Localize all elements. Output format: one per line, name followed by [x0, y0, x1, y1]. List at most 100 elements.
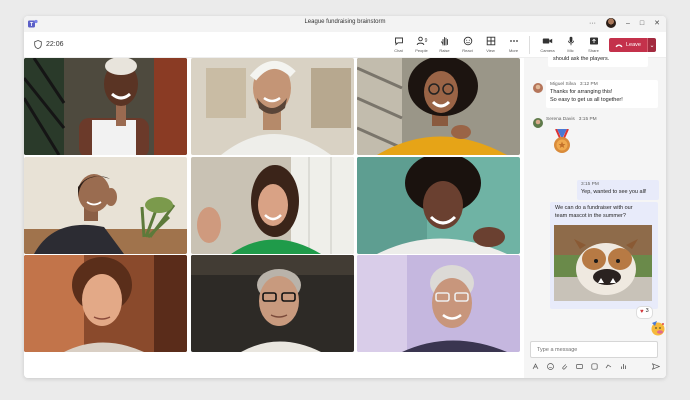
participant-video — [357, 157, 520, 254]
timer-text: 22:06 — [46, 41, 64, 48]
attach-icon[interactable] — [561, 363, 568, 370]
close-button[interactable]: ✕ — [654, 19, 660, 27]
share-label: Share — [588, 48, 599, 53]
medal-icon — [554, 129, 570, 153]
raise-label: Raise — [439, 48, 450, 53]
raise-hand-button[interactable]: Raise — [433, 35, 456, 53]
participant-video-tile[interactable] — [191, 157, 354, 254]
mic-label: Mic — [567, 48, 574, 53]
heart-icon: ♥ — [640, 309, 644, 315]
message-time: 3:15 PM — [581, 182, 599, 187]
avatar — [533, 83, 543, 93]
mic-button[interactable]: Mic — [559, 35, 582, 53]
people-button[interactable]: 9 People — [410, 35, 433, 53]
participant-video-tile[interactable] — [24, 58, 187, 155]
poll-icon[interactable] — [620, 363, 627, 370]
participant-video-tile[interactable] — [24, 157, 187, 254]
more-label: More — [508, 48, 519, 53]
reaction-badge[interactable]: ♥ 3 — [636, 306, 653, 319]
participant-video-tile[interactable] — [357, 255, 520, 352]
participant-video — [24, 157, 187, 254]
toolbar-divider — [529, 36, 530, 54]
my-chat-message: 3:15 PM Yep, wanted to see you all! — [577, 180, 659, 200]
sender-name: Miguel Silva — [550, 82, 576, 87]
teams-window: T League fundraising brainstorm ··· – □ … — [24, 16, 666, 378]
participant-video-tile[interactable] — [191, 255, 354, 352]
react-icon — [463, 36, 472, 46]
chat-icon — [394, 37, 403, 46]
participant-video — [191, 157, 354, 254]
window-controls: ··· – □ ✕ — [589, 18, 660, 28]
message-time: 3:12 PM — [579, 82, 598, 87]
my-chat-message: We can do a fundraiser with our team mas… — [550, 202, 658, 309]
title-bar: T League fundraising brainstorm ··· – □ … — [24, 16, 666, 32]
more-icon — [509, 40, 518, 42]
meeting-toolbar: 22:06 Chat 9 People Raise React View Mor… — [24, 32, 666, 58]
participant-video — [191, 58, 354, 155]
message-text: should ask the players. — [553, 56, 610, 62]
view-label: View — [486, 48, 495, 53]
message-text: Yep, wanted to see you all! — [581, 188, 647, 195]
meeting-timer: 22:06 — [34, 40, 64, 49]
message-text: We can do a fundraiser with our — [555, 205, 633, 211]
mic-icon — [567, 36, 574, 46]
participant-video — [24, 58, 187, 155]
participant-video — [24, 255, 187, 352]
chat-message: should ask the players. — [548, 56, 648, 67]
toolbar-controls: Chat 9 People Raise React View More Came… — [387, 35, 656, 54]
react-button[interactable]: React — [456, 35, 479, 53]
participant-video-tile[interactable] — [357, 157, 520, 254]
participant-video-tile[interactable] — [357, 58, 520, 155]
send-icon[interactable] — [652, 363, 660, 370]
leave-button[interactable]: Leave ⌄ — [609, 38, 656, 52]
view-icon — [486, 36, 495, 46]
maximize-button[interactable]: □ — [640, 20, 644, 27]
participant-video — [357, 58, 520, 155]
gif-icon[interactable] — [576, 363, 583, 370]
more-button[interactable]: More — [502, 35, 525, 53]
dog-mascot-image[interactable] — [554, 225, 652, 301]
react-label: React — [462, 48, 473, 53]
camera-label: Camera — [540, 48, 555, 53]
message-line: So easy to get us all together! — [550, 96, 623, 103]
people-label: People — [415, 48, 428, 53]
participant-video-tile[interactable] — [24, 255, 187, 352]
hang-up-icon — [615, 43, 623, 47]
minimize-button[interactable]: – — [626, 20, 630, 27]
avatar[interactable] — [605, 18, 616, 28]
message-line: Thanks for arranging this! — [550, 88, 613, 95]
raise-hand-icon — [440, 37, 448, 46]
window-title: League fundraising brainstorm — [304, 19, 386, 25]
camera-icon — [542, 38, 553, 44]
emoji-icon[interactable] — [546, 363, 554, 370]
chat-label: Chat — [394, 48, 403, 53]
message-input[interactable]: Type a message — [530, 341, 658, 358]
shield-icon — [34, 40, 42, 49]
camera-button[interactable]: Camera — [536, 35, 559, 53]
party-emoji-icon — [651, 321, 665, 336]
chat-message-meta: Serena Davis 3:15 PM — [546, 117, 597, 124]
view-button[interactable]: View — [479, 35, 502, 53]
reaction-count: 3 — [645, 308, 649, 315]
participant-video — [191, 255, 354, 352]
chat-button[interactable]: Chat — [387, 35, 410, 53]
video-grid — [24, 58, 522, 378]
chat-message: Miguel Silva 3:12 PM Thanks for arrangin… — [546, 80, 658, 108]
people-count-badge: 9 — [424, 38, 428, 44]
loop-icon[interactable] — [605, 363, 612, 370]
avatar — [533, 118, 543, 128]
message-text: team mascot in the summer? — [555, 212, 626, 219]
sender-name: Serena Davis — [546, 117, 575, 122]
chevron-down-icon[interactable]: ⌄ — [647, 38, 656, 52]
format-icon[interactable] — [532, 363, 539, 370]
sticker-icon[interactable] — [590, 363, 598, 370]
share-icon — [589, 37, 598, 45]
more-options-icon[interactable]: ··· — [589, 20, 596, 27]
people-icon — [416, 36, 424, 46]
message-input-placeholder: Type a message — [537, 347, 578, 353]
compose-toolbar — [532, 363, 660, 370]
share-button[interactable]: Share — [582, 35, 605, 53]
leave-label: Leave — [626, 42, 641, 48]
participant-video-tile[interactable] — [191, 58, 354, 155]
